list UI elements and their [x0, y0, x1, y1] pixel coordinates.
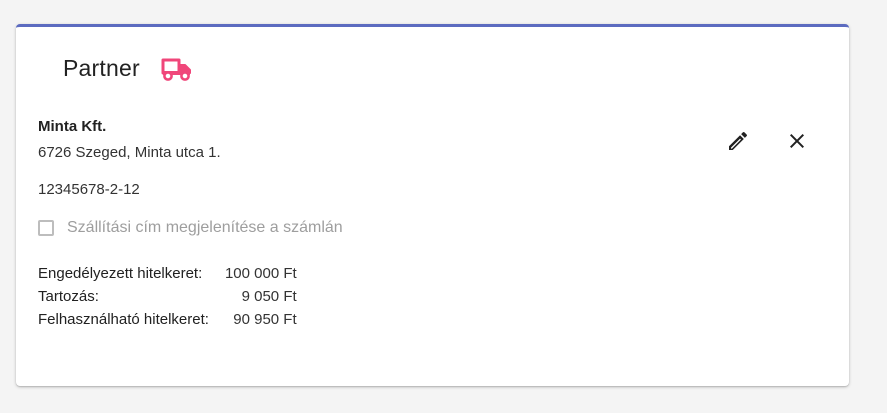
credit-summary: Engedélyezett hitelkeret: 100 000 Ft Tar… [38, 262, 297, 331]
credit-value: 100 000 Ft [224, 265, 297, 282]
edit-button[interactable] [723, 126, 753, 156]
credit-label: Engedélyezett hitelkeret: [38, 265, 203, 282]
show-shipping-address-label[interactable]: Szállítási cím megjelenítése a számlán [67, 219, 343, 237]
truck-icon [160, 56, 194, 82]
card-title: Partner [63, 55, 140, 81]
credit-label: Tartozás: [38, 288, 99, 305]
partner-address: 6726 Szeged, Minta utca 1. [38, 144, 221, 161]
credit-row: Tartozás: 9 050 Ft [38, 285, 297, 308]
partner-name: Minta Kft. [38, 118, 107, 135]
remove-partner-button[interactable] [782, 126, 812, 156]
credit-row: Felhasználható hitelkeret: 90 950 Ft [38, 308, 297, 331]
show-shipping-address-option[interactable]: Szállítási cím megjelenítése a számlán [38, 219, 343, 237]
partner-tax-number: 12345678-2-12 [38, 181, 140, 198]
credit-value: 9 050 Ft [241, 288, 297, 305]
show-shipping-address-checkbox[interactable] [38, 220, 54, 236]
partner-card: Partner Minta Kft. 6726 Szeged, Minta ut… [16, 24, 849, 386]
card-header: Partner [63, 55, 194, 82]
pencil-icon [729, 131, 748, 150]
credit-label: Felhasználható hitelkeret: [38, 311, 209, 328]
credit-row: Engedélyezett hitelkeret: 100 000 Ft [38, 262, 297, 285]
close-icon [790, 134, 804, 148]
credit-value: 90 950 Ft [233, 311, 297, 328]
